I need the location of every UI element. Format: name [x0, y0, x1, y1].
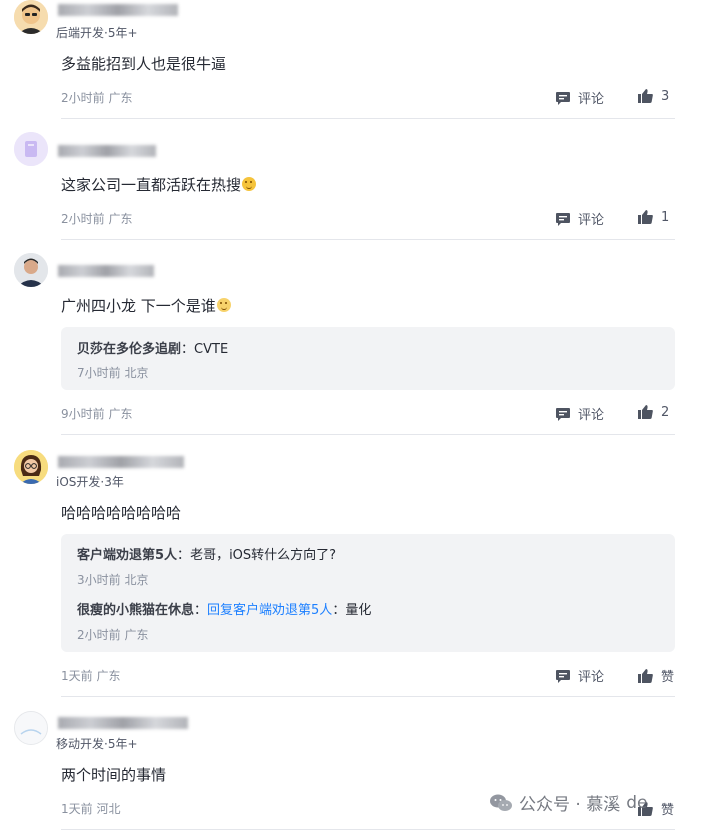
reply-time: 3小时前 北京 [77, 573, 149, 587]
reply-time: 2小时前 广东 [77, 628, 149, 642]
like-count: 3 [661, 88, 670, 104]
comment-text: 广州四小龙 下一个是谁 [61, 295, 231, 316]
comment-label: 评论 [578, 670, 605, 685]
reply-separator: ： [177, 548, 191, 563]
reply-time: 7小时前 北京 [77, 366, 149, 380]
reply-item: 很瘦的小熊猫在休息：回复客户端劝退第5人：量化 [77, 599, 371, 618]
user-avatar[interactable] [14, 0, 48, 34]
comment-label: 评论 [578, 213, 605, 228]
comment-icon [556, 212, 570, 226]
like-button[interactable]: 1 [637, 209, 669, 225]
comment-time: 1天前 广东 [61, 669, 121, 683]
reply-separator: ： [332, 603, 346, 618]
reply-username[interactable]: 客户端劝退第5人 [77, 548, 177, 563]
like-count: 2 [661, 404, 670, 420]
user-title: iOS开发·3年 [56, 475, 124, 489]
user-avatar[interactable] [14, 132, 48, 166]
reply-separator: ： [181, 342, 195, 357]
comment-time: 1天前 河北 [61, 802, 121, 816]
comment-button[interactable]: 评论 [555, 209, 604, 228]
like-button[interactable]: 2 [637, 404, 669, 420]
user-avatar[interactable] [14, 253, 48, 287]
user-title: 后端开发·5年+ [56, 26, 138, 40]
comment-text: 这家公司一直都活跃在热搜 [61, 174, 257, 195]
thumbs-up-icon [638, 210, 653, 224]
comment-icon [556, 669, 570, 683]
like-label: 赞 [661, 670, 675, 685]
comment-text: 哈哈哈哈哈哈哈哈 [61, 504, 182, 522]
reply-item: 贝莎在多伦多追剧：CVTE [77, 338, 228, 357]
divider [61, 118, 675, 119]
comment-text-body: 广州四小龙 下一个是谁 [61, 297, 216, 315]
reply-text: CVTE [194, 342, 229, 357]
username-blurred[interactable] [58, 265, 154, 277]
username-blurred[interactable] [58, 456, 184, 468]
wechat-icon [490, 794, 512, 811]
comment-text: 两个时间的事情 [61, 766, 167, 784]
reply-text: 老哥，iOS转什么方向了? [190, 548, 337, 563]
reply-text: 量化 [345, 603, 372, 618]
cartoon-person-avatar-icon [14, 0, 48, 34]
comment-time: 2小时前 广东 [61, 212, 133, 226]
thumbs-up-icon [638, 668, 653, 683]
divider [61, 239, 675, 240]
man-portrait-avatar-icon [14, 253, 48, 287]
reply-username[interactable]: 贝莎在多伦多追剧 [77, 342, 181, 357]
user-avatar[interactable] [14, 450, 48, 484]
divider [61, 696, 675, 697]
like-label: 赞 [661, 803, 675, 818]
comment-label: 评论 [578, 408, 605, 423]
white-default-avatar-icon [15, 712, 47, 744]
like-button[interactable]: 赞 [637, 666, 674, 685]
divider [61, 829, 675, 830]
girl-glasses-avatar-icon [14, 450, 48, 484]
comment-icon [556, 91, 570, 105]
username-blurred[interactable] [58, 717, 188, 729]
divider [61, 434, 675, 435]
comment-text-body: 这家公司一直都活跃在热搜 [61, 176, 242, 194]
like-button[interactable]: 3 [637, 88, 669, 104]
user-title: 移动开发·5年+ [56, 737, 138, 751]
laugh-emoji-icon [242, 177, 257, 191]
thumbs-up-icon [638, 89, 653, 103]
comment-button[interactable]: 评论 [555, 404, 604, 423]
reply-list: 贝莎在多伦多追剧：CVTE 7小时前 北京 [61, 327, 675, 390]
comment-time: 2小时前 广东 [61, 91, 133, 105]
like-count: 1 [661, 209, 670, 225]
comment-button[interactable]: 评论 [555, 88, 604, 107]
comment-button[interactable]: 评论 [555, 666, 604, 685]
comment-time: 9小时前 广东 [61, 407, 133, 421]
reply-list: 客户端劝退第5人：老哥，iOS转什么方向了? 3小时前 北京 很瘦的小熊猫在休息… [61, 534, 675, 652]
reply-separator: ： [194, 603, 208, 618]
comment-icon [556, 407, 570, 421]
reply-to-link[interactable]: 回复客户端劝退第5人 [207, 603, 332, 618]
watermark-text: 公众号 · 慕溪 [519, 795, 621, 815]
reply-item: 客户端劝退第5人：老哥，iOS转什么方向了? [77, 544, 336, 563]
comment-label: 评论 [578, 92, 605, 107]
purple-default-avatar-icon [14, 132, 48, 166]
username-blurred[interactable] [58, 145, 156, 157]
thumbs-up-icon [638, 405, 653, 419]
reply-username[interactable]: 很瘦的小熊猫在休息 [77, 603, 194, 618]
username-blurred[interactable] [58, 4, 178, 16]
comment-text: 多益能招到人也是很牛逼 [61, 55, 227, 73]
grimace-emoji-icon [216, 298, 231, 312]
watermark-suffix: de [626, 792, 648, 813]
user-avatar[interactable] [14, 711, 48, 745]
watermark: 公众号 · 慕溪 de [489, 790, 647, 815]
